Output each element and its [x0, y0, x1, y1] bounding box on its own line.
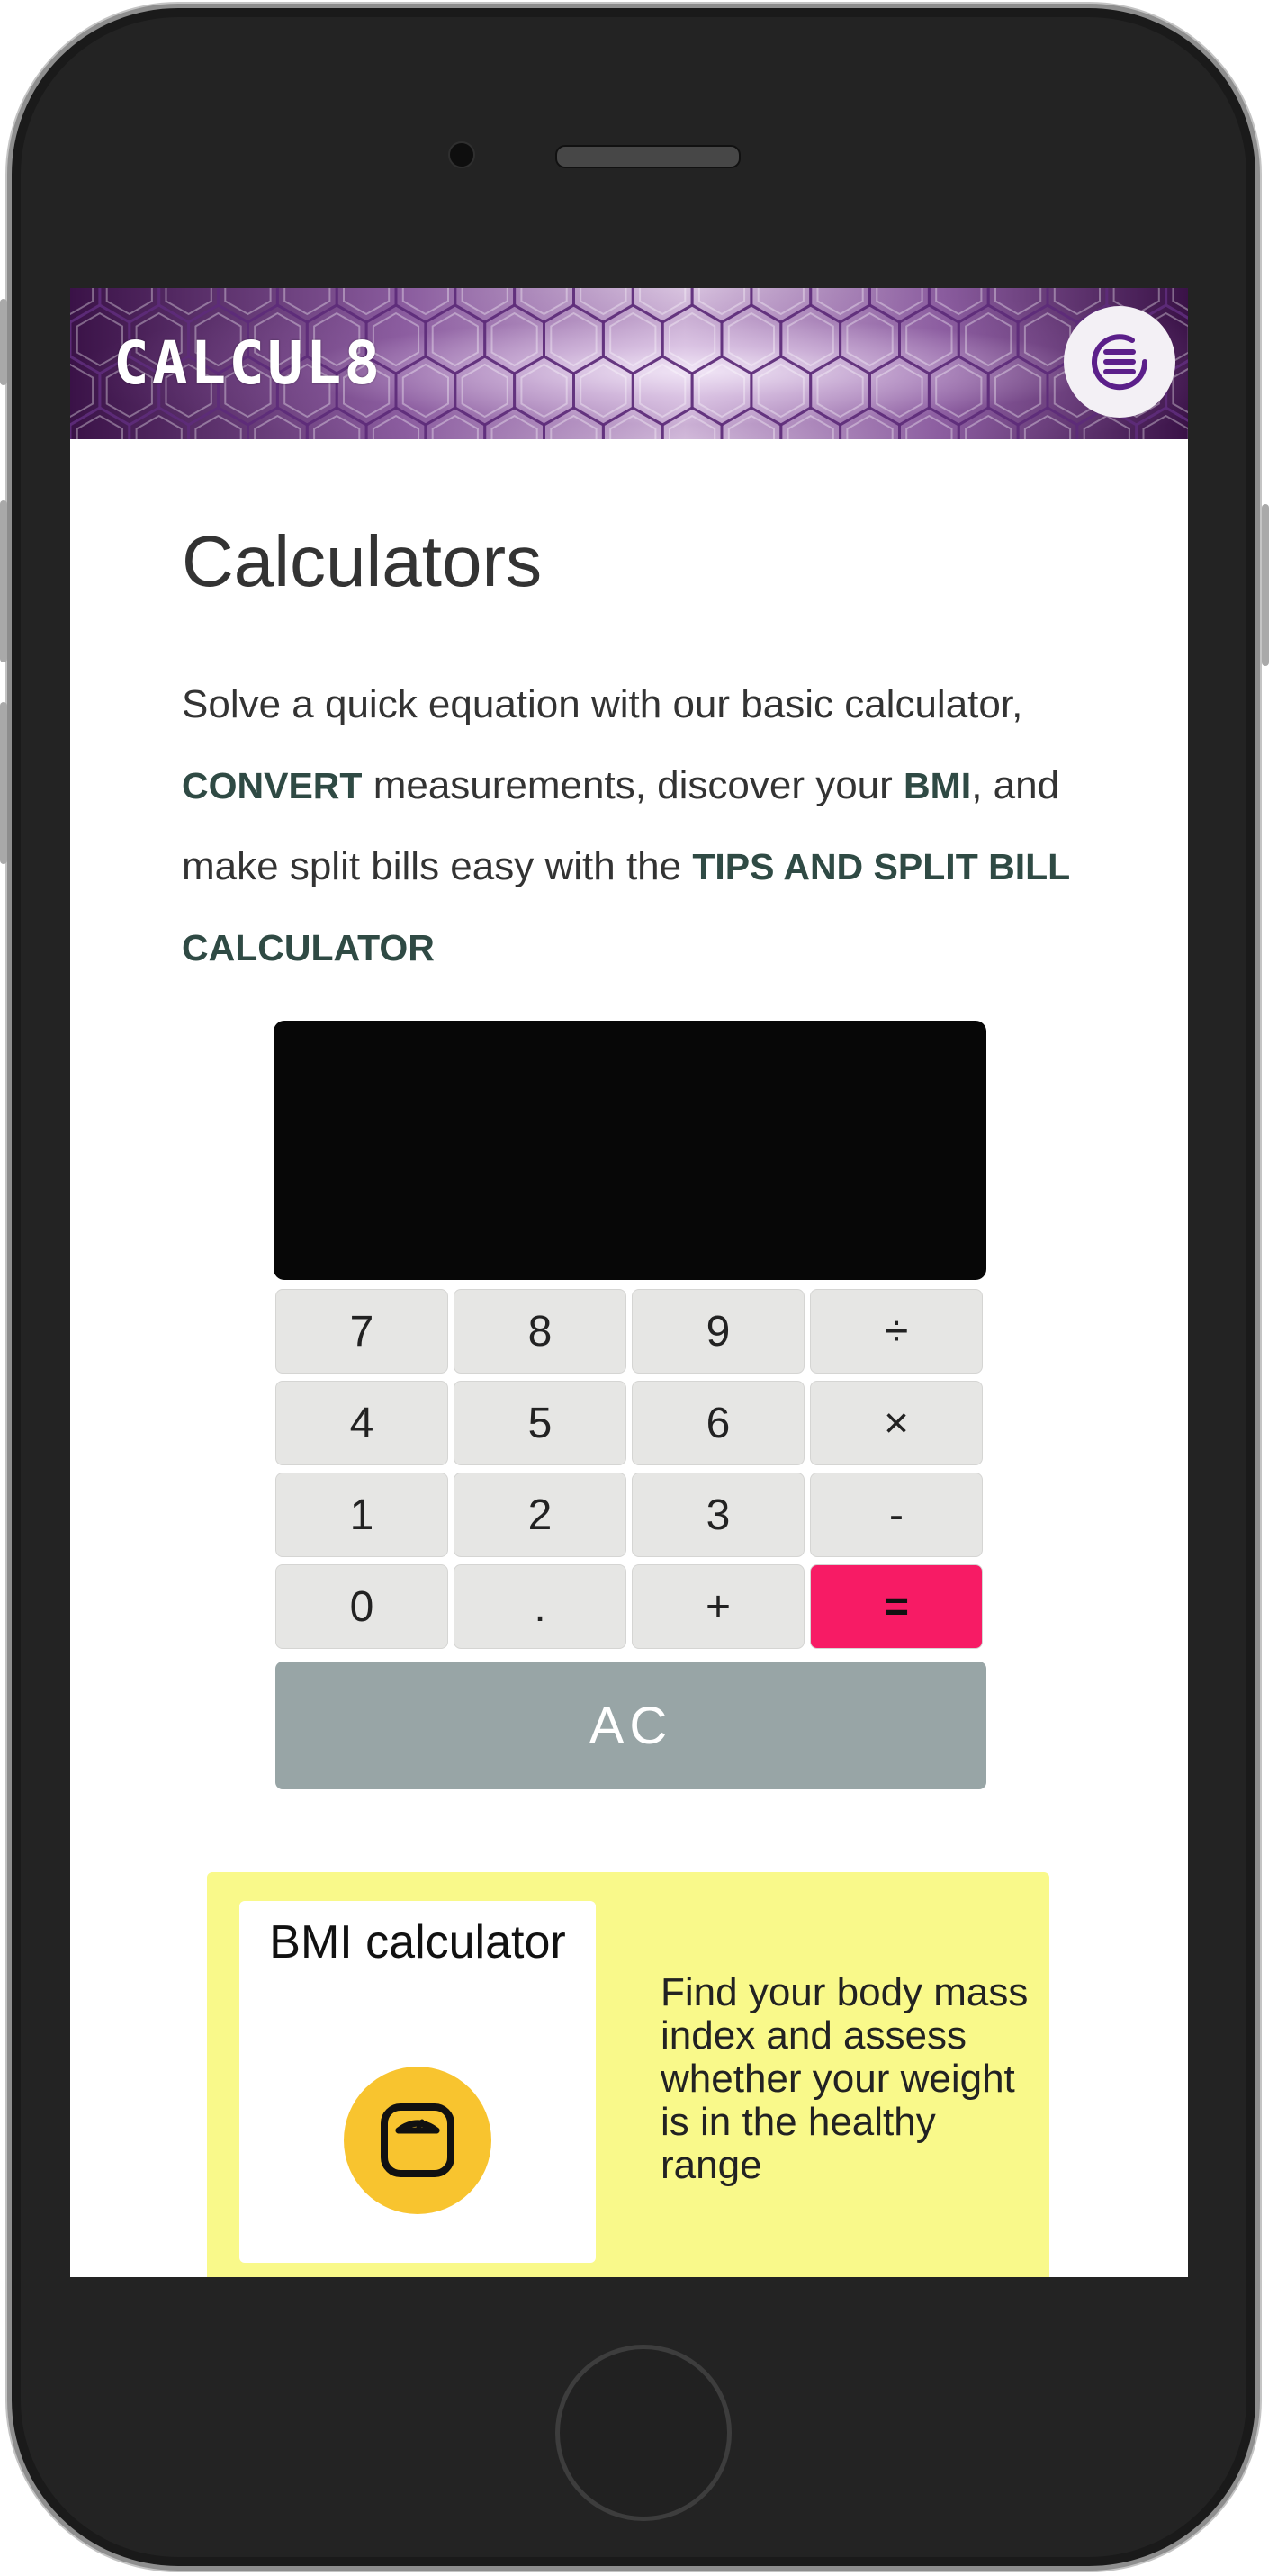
key-7[interactable]: 7 — [275, 1289, 448, 1374]
key-4[interactable]: 4 — [275, 1381, 448, 1465]
weighing-scale-glyph — [381, 2103, 454, 2177]
phone-screen: CALCUL8 Calculators Solve a quick equati… — [70, 288, 1188, 2277]
home-button[interactable] — [555, 2345, 732, 2521]
calculator-keypad: 7 8 9 ÷ 4 5 6 × 1 2 3 - 0 . + = — [275, 1289, 986, 1649]
key-2[interactable]: 2 — [454, 1473, 626, 1557]
site-header: CALCUL8 — [70, 288, 1188, 439]
mute-switch — [0, 299, 7, 385]
key-5[interactable]: 5 — [454, 1381, 626, 1465]
front-camera — [448, 141, 475, 168]
key-3[interactable]: 3 — [632, 1473, 805, 1557]
key-9[interactable]: 9 — [632, 1289, 805, 1374]
menu-lines-icon — [1092, 334, 1148, 391]
earpiece-speaker — [555, 145, 741, 168]
key-subtract[interactable]: - — [810, 1473, 983, 1557]
key-0[interactable]: 0 — [275, 1564, 448, 1649]
volume-up-button — [0, 500, 7, 662]
key-decimal[interactable]: . — [454, 1564, 626, 1649]
key-6[interactable]: 6 — [632, 1381, 805, 1465]
bmi-card-title: BMI calculator — [269, 1916, 566, 1968]
bmi-link[interactable]: BMI — [904, 765, 971, 806]
key-divide[interactable]: ÷ — [810, 1289, 983, 1374]
power-button — [1262, 504, 1269, 666]
calculator-display — [274, 1021, 986, 1280]
key-8[interactable]: 8 — [454, 1289, 626, 1374]
intro-text-2: measurements, discover your — [362, 763, 904, 807]
volume-down-button — [0, 702, 7, 864]
site-logo[interactable]: CALCUL8 — [113, 324, 382, 403]
bmi-card-description: Find your body mass index and assess whe… — [661, 1970, 1029, 2187]
bmi-card-panel: BMI calculator — [239, 1901, 596, 2263]
key-multiply[interactable]: × — [810, 1381, 983, 1465]
key-equals[interactable]: = — [810, 1564, 983, 1649]
key-add[interactable]: + — [632, 1564, 805, 1649]
clear-button[interactable]: AC — [275, 1662, 986, 1789]
page-title: Calculators — [182, 521, 543, 601]
bmi-calculator-card[interactable]: BMI calculator Find your body mass index… — [207, 1872, 1049, 2277]
convert-link[interactable]: CONVERT — [182, 765, 362, 806]
key-1[interactable]: 1 — [275, 1473, 448, 1557]
menu-button[interactable] — [1064, 306, 1175, 418]
intro-text-1: Solve a quick equation with our basic ca… — [182, 682, 1023, 726]
weighing-scale-icon — [344, 2067, 491, 2214]
intro-paragraph: Solve a quick equation with our basic ca… — [182, 664, 1082, 988]
